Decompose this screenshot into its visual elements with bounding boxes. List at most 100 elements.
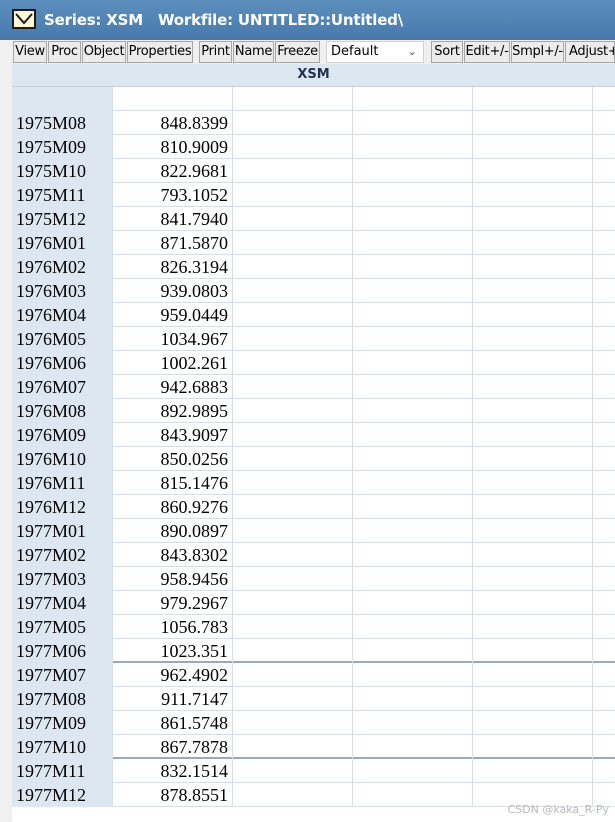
- empty-cell[interactable]: [233, 87, 353, 111]
- xsm-value-cell[interactable]: 1056.783: [113, 615, 233, 639]
- empty-cell[interactable]: [593, 687, 615, 711]
- empty-cell[interactable]: [353, 327, 473, 351]
- xsm-value-cell[interactable]: 979.2967: [113, 591, 233, 615]
- empty-cell[interactable]: [233, 135, 353, 159]
- empty-cell[interactable]: [593, 135, 615, 159]
- table-row[interactable]: 1977M05 1056.783: [12, 615, 615, 639]
- empty-cell[interactable]: [593, 111, 615, 135]
- empty-cell[interactable]: [473, 759, 593, 783]
- xsm-value-cell[interactable]: 958.9456: [113, 567, 233, 591]
- empty-cell[interactable]: [473, 207, 593, 231]
- xsm-value-cell[interactable]: 848.8399: [113, 111, 233, 135]
- xsm-value-cell[interactable]: 861.5748: [113, 711, 233, 735]
- empty-cell[interactable]: [353, 255, 473, 279]
- table-row[interactable]: 1977M08 911.7147: [12, 687, 615, 711]
- empty-cell[interactable]: [593, 663, 615, 687]
- empty-cell[interactable]: [353, 495, 473, 519]
- empty-cell[interactable]: [353, 183, 473, 207]
- xsm-value-cell[interactable]: 850.0256: [113, 447, 233, 471]
- empty-cell[interactable]: [593, 87, 615, 111]
- empty-cell[interactable]: [233, 687, 353, 711]
- table-row[interactable]: 1977M01 890.0897: [12, 519, 615, 543]
- empty-cell[interactable]: [353, 303, 473, 327]
- empty-cell[interactable]: [353, 519, 473, 543]
- xsm-value-cell[interactable]: 959.0449: [113, 303, 233, 327]
- empty-cell[interactable]: [233, 255, 353, 279]
- empty-cell[interactable]: [233, 447, 353, 471]
- empty-cell[interactable]: [353, 351, 473, 375]
- smpl-button[interactable]: Smpl+/-: [511, 41, 564, 63]
- empty-cell[interactable]: [593, 639, 615, 663]
- xsm-value-cell[interactable]: 843.8302: [113, 543, 233, 567]
- table-row[interactable]: 1975M10 822.9681: [12, 159, 615, 183]
- table-row[interactable]: 1977M02 843.8302: [12, 543, 615, 567]
- table-row[interactable]: 1977M03 958.9456: [12, 567, 615, 591]
- empty-cell[interactable]: [233, 567, 353, 591]
- empty-cell[interactable]: [353, 447, 473, 471]
- empty-cell[interactable]: [473, 519, 593, 543]
- empty-cell[interactable]: [353, 615, 473, 639]
- empty-cell[interactable]: [473, 447, 593, 471]
- xsm-value-cell[interactable]: 860.9276: [113, 495, 233, 519]
- empty-cell[interactable]: [353, 111, 473, 135]
- properties-button[interactable]: Properties: [127, 41, 193, 63]
- empty-cell[interactable]: [233, 423, 353, 447]
- empty-cell[interactable]: [473, 423, 593, 447]
- table-row[interactable]: 1977M06 1023.351: [12, 639, 615, 663]
- empty-cell[interactable]: [473, 687, 593, 711]
- empty-cell[interactable]: [233, 663, 353, 687]
- empty-cell[interactable]: [593, 543, 615, 567]
- empty-cell[interactable]: [233, 111, 353, 135]
- empty-cell[interactable]: [233, 543, 353, 567]
- empty-cell[interactable]: [353, 207, 473, 231]
- table-row[interactable]: 1975M08 848.8399: [12, 111, 615, 135]
- empty-cell[interactable]: [353, 567, 473, 591]
- table-row[interactable]: 1976M01 871.5870: [12, 231, 615, 255]
- empty-cell[interactable]: [473, 183, 593, 207]
- table-row[interactable]: 1975M11 793.1052: [12, 183, 615, 207]
- empty-cell[interactable]: [353, 135, 473, 159]
- empty-cell[interactable]: [473, 567, 593, 591]
- empty-cell[interactable]: [473, 159, 593, 183]
- empty-cell[interactable]: [233, 471, 353, 495]
- empty-cell[interactable]: [473, 255, 593, 279]
- xsm-value-cell[interactable]: 939.0803: [113, 279, 233, 303]
- adjust-button[interactable]: Adjust+/-: [565, 41, 615, 63]
- empty-cell[interactable]: [353, 759, 473, 783]
- empty-cell[interactable]: [593, 399, 615, 423]
- empty-cell[interactable]: [473, 135, 593, 159]
- xsm-value-cell[interactable]: 1002.261: [113, 351, 233, 375]
- empty-cell[interactable]: [593, 759, 615, 783]
- edit-button[interactable]: Edit+/-: [464, 41, 510, 63]
- empty-cell[interactable]: [473, 231, 593, 255]
- empty-cell[interactable]: [233, 159, 353, 183]
- xsm-value-cell[interactable]: 815.1476: [113, 471, 233, 495]
- table-row[interactable]: 1977M10 867.7878: [12, 735, 615, 759]
- table-row[interactable]: 1976M06 1002.261: [12, 351, 615, 375]
- empty-cell[interactable]: [593, 495, 615, 519]
- empty-cell[interactable]: [473, 327, 593, 351]
- name-button[interactable]: Name: [233, 41, 274, 63]
- xsm-value-cell[interactable]: 942.6883: [113, 375, 233, 399]
- empty-cell[interactable]: [473, 495, 593, 519]
- value-cell[interactable]: [113, 87, 233, 111]
- table-row[interactable]: 1977M07 962.4902: [12, 663, 615, 687]
- xsm-value-cell[interactable]: 822.9681: [113, 159, 233, 183]
- empty-cell[interactable]: [233, 327, 353, 351]
- empty-cell[interactable]: [473, 87, 593, 111]
- empty-cell[interactable]: [593, 231, 615, 255]
- empty-cell[interactable]: [593, 591, 615, 615]
- empty-cell[interactable]: [233, 711, 353, 735]
- empty-cell[interactable]: [473, 111, 593, 135]
- xsm-value-cell[interactable]: 826.3194: [113, 255, 233, 279]
- view-button[interactable]: View: [13, 41, 47, 63]
- empty-cell[interactable]: [473, 735, 593, 759]
- empty-cell[interactable]: [233, 279, 353, 303]
- xsm-value-cell[interactable]: 841.7940: [113, 207, 233, 231]
- empty-cell[interactable]: [353, 87, 473, 111]
- empty-cell[interactable]: [593, 711, 615, 735]
- empty-cell[interactable]: [233, 495, 353, 519]
- empty-cell[interactable]: [473, 375, 593, 399]
- print-button[interactable]: Print: [199, 41, 232, 63]
- empty-cell[interactable]: [593, 279, 615, 303]
